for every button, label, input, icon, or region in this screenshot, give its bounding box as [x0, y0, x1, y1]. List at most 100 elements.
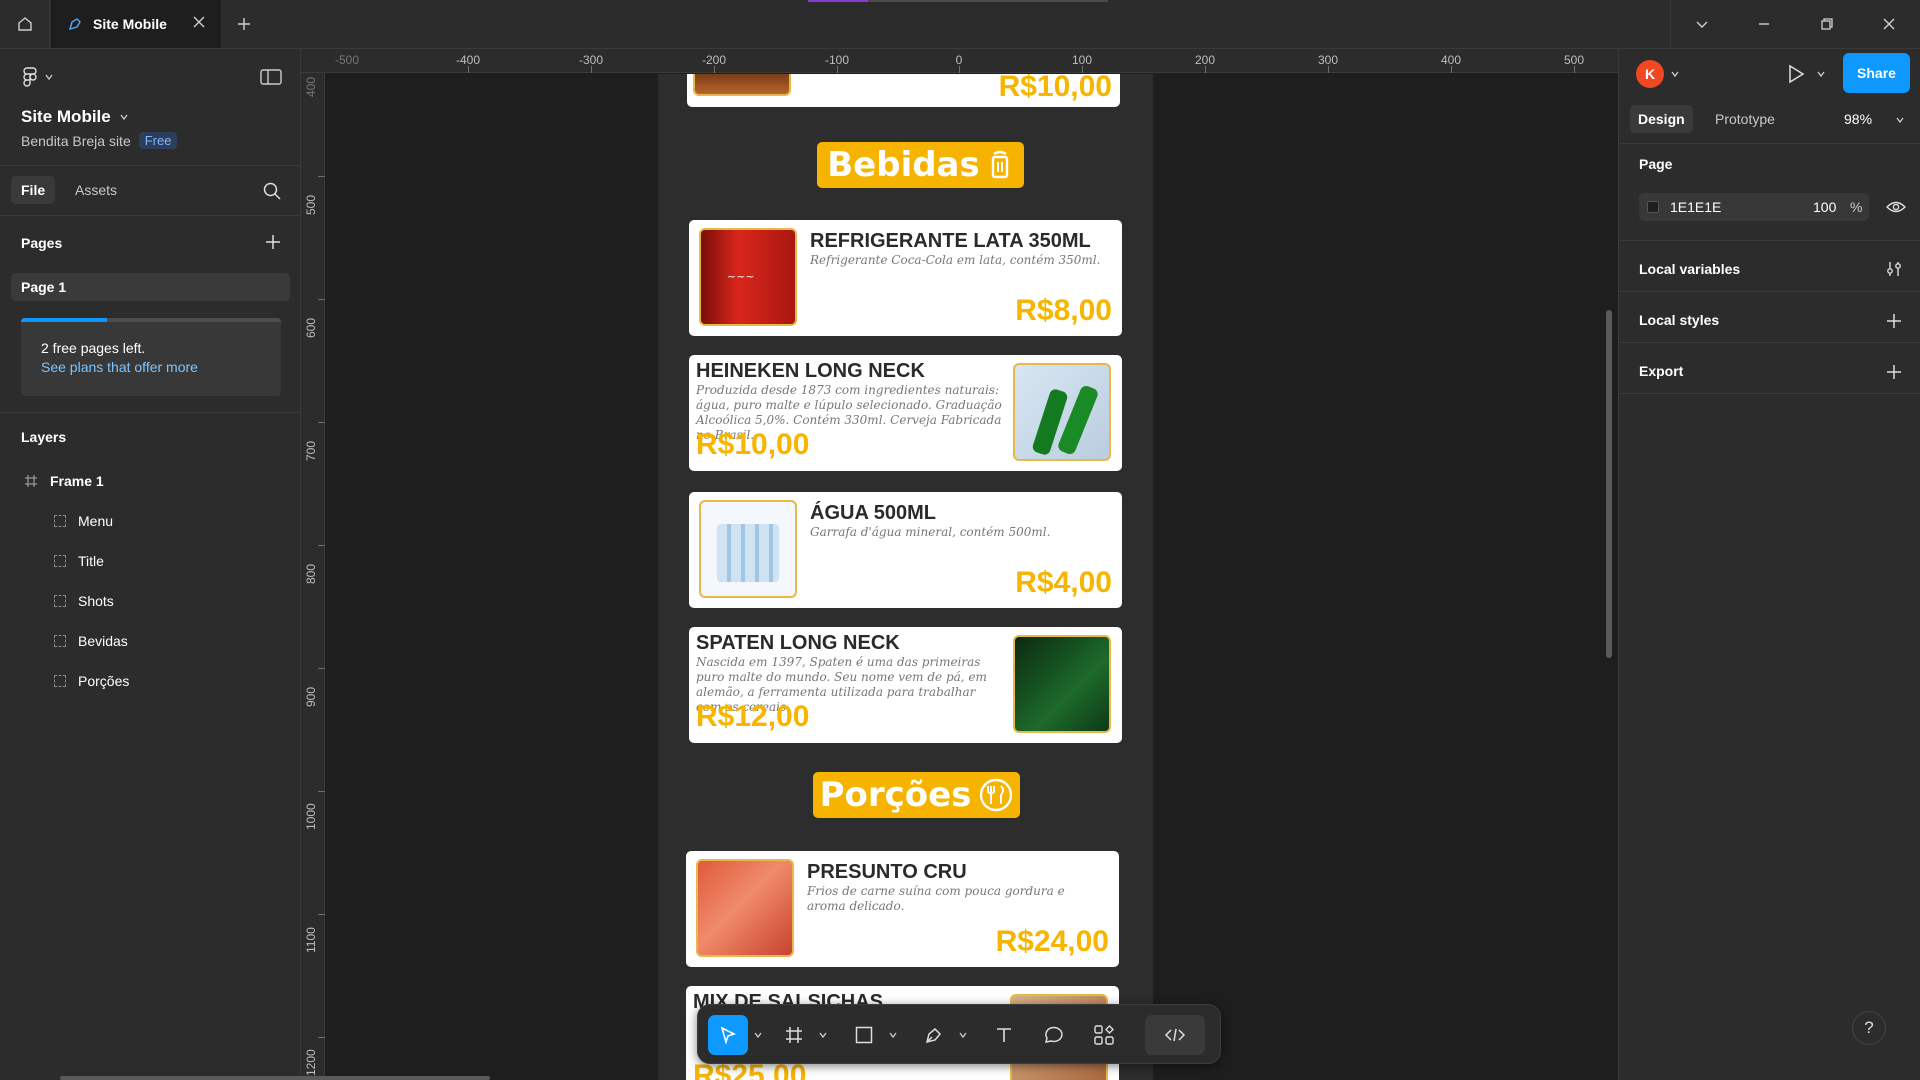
minimize-icon[interactable]: [1756, 16, 1772, 32]
color-swatch[interactable]: [1647, 201, 1659, 213]
components-icon: [1094, 1025, 1114, 1045]
bebidas-title[interactable]: Bebidas: [817, 142, 1024, 188]
product-title: ÁGUA 500ML: [810, 502, 936, 524]
layer-frame-1[interactable]: Frame 1: [24, 473, 104, 489]
brand-logo: ~~~: [727, 270, 755, 283]
add-style-icon[interactable]: [1885, 312, 1903, 330]
tab-accent-bar-gray: [868, 0, 1108, 2]
tab-prototype[interactable]: Prototype: [1715, 111, 1775, 127]
pen-tool-menu[interactable]: [956, 1015, 970, 1055]
divider: [1619, 342, 1920, 343]
product-title: HEINEKEN LONG NECK: [696, 360, 925, 382]
ruler-tick: [318, 914, 325, 915]
layer-porcoes[interactable]: Porções: [54, 673, 129, 689]
menu-card[interactable]: PRESUNTO CRU Frios de carne suína com po…: [686, 851, 1119, 967]
dev-mode-toggle[interactable]: [1145, 1015, 1205, 1055]
share-button[interactable]: Share: [1843, 53, 1910, 93]
ruler-label: 500: [304, 194, 318, 215]
chevron-down-icon: [959, 1032, 967, 1039]
chevron-down-icon[interactable]: [1895, 115, 1905, 125]
layer-shots[interactable]: Shots: [54, 593, 114, 609]
menu-card[interactable]: R$10,00: [687, 74, 1120, 107]
ruler-tick: [1574, 66, 1575, 73]
frame-tool[interactable]: [776, 1015, 812, 1055]
comment-icon: [1044, 1026, 1063, 1043]
help-button[interactable]: ?: [1852, 1011, 1886, 1045]
product-photo: [693, 74, 791, 96]
home-button[interactable]: [0, 0, 50, 48]
layer-menu[interactable]: Menu: [54, 513, 113, 529]
ruler-label: -400: [455, 53, 481, 67]
divider: [1619, 291, 1920, 292]
frame-tool-menu[interactable]: [816, 1015, 830, 1055]
close-window-icon[interactable]: [1881, 16, 1897, 32]
menu-card[interactable]: ÁGUA 500ML Garrafa d'água mineral, conté…: [689, 492, 1122, 608]
divider: [1619, 393, 1920, 394]
actions-tool[interactable]: [1086, 1015, 1122, 1055]
toggle-sidebar-icon[interactable]: [260, 68, 282, 86]
page-color-hex[interactable]: 1E1E1E: [1670, 199, 1721, 215]
menu-card[interactable]: ~~~ REFRIGERANTE LATA 350ML Refrigerante…: [689, 220, 1122, 336]
page-opacity[interactable]: 100: [1813, 199, 1836, 215]
main-menu-button[interactable]: [22, 67, 54, 87]
add-export-icon[interactable]: [1885, 363, 1903, 381]
tab-design[interactable]: Design: [1630, 105, 1693, 133]
close-tab-icon[interactable]: [191, 14, 207, 30]
see-plans-link[interactable]: See plans that offer more: [41, 359, 198, 375]
eye-icon[interactable]: [1886, 199, 1906, 215]
right-panel-tabs: Design Prototype 98%: [1619, 98, 1920, 144]
ruler-label: 400: [304, 76, 318, 97]
pen-tool[interactable]: [916, 1015, 952, 1055]
ruler-label: 900: [304, 686, 318, 707]
rectangle-icon: [855, 1026, 873, 1044]
pen-file-icon: [68, 18, 81, 31]
design-canvas[interactable]: R$10,00 Bebidas ~~~ REFRIGERANTE LATA 35…: [325, 74, 1618, 1080]
search-icon[interactable]: [262, 181, 282, 201]
ruler-label: 500: [1563, 53, 1585, 67]
tab-file[interactable]: File: [11, 176, 56, 204]
product-description: Refrigerante Coca-Cola em lata, contém 3…: [810, 253, 1101, 267]
product-price: R$4,00: [1015, 566, 1112, 599]
project-name[interactable]: Site Mobile: [21, 107, 129, 127]
section-layer-icon: [54, 595, 66, 607]
chevron-down-icon[interactable]: [1694, 16, 1710, 32]
add-page-icon[interactable]: [264, 233, 282, 251]
cutlery-icon: [980, 778, 1013, 812]
cursor-arrow-icon: [720, 1026, 737, 1045]
layer-label: Porções: [78, 673, 130, 689]
move-tool-menu[interactable]: [751, 1015, 765, 1055]
layer-bevidas[interactable]: Bevidas: [54, 633, 128, 649]
text-tool[interactable]: [986, 1015, 1022, 1055]
shape-tool-menu[interactable]: [886, 1015, 900, 1055]
vertical-scrollbar[interactable]: [1606, 310, 1612, 658]
porcoes-title[interactable]: Porções: [813, 772, 1020, 818]
pages-heading: Pages: [21, 235, 63, 251]
new-tab-button[interactable]: [232, 12, 256, 36]
pen-icon: [925, 1027, 942, 1044]
ruler-tick: [591, 66, 592, 73]
menu-card[interactable]: SPATEN LONG NECK Nascida em 1397, Spaten…: [689, 627, 1122, 743]
chevron-down-icon[interactable]: [1670, 69, 1680, 79]
page-color-field[interactable]: 1E1E1E 100 %: [1639, 193, 1869, 221]
ruler-label: 100: [1071, 53, 1093, 67]
frame-1[interactable]: R$10,00 Bebidas ~~~ REFRIGERANTE LATA 35…: [658, 74, 1153, 1080]
tab-assets[interactable]: Assets: [75, 182, 117, 198]
avatar[interactable]: K: [1636, 60, 1664, 88]
page-item[interactable]: Page 1: [11, 273, 290, 301]
restore-icon[interactable]: [1819, 16, 1835, 32]
rectangle-tool[interactable]: [846, 1015, 882, 1055]
menu-card[interactable]: HEINEKEN LONG NECK Produzida desde 1873 …: [689, 355, 1122, 471]
zoom-level[interactable]: 98%: [1844, 111, 1872, 127]
plan-badge[interactable]: Free: [138, 132, 178, 149]
play-icon[interactable]: [1786, 63, 1806, 85]
move-tool[interactable]: [708, 1015, 748, 1055]
ruler-tick: [1328, 66, 1329, 73]
variables-icon[interactable]: [1885, 260, 1903, 278]
horizontal-scrollbar[interactable]: [60, 1076, 490, 1080]
file-tab[interactable]: Site Mobile: [51, 0, 221, 48]
chevron-down-icon[interactable]: [1816, 69, 1826, 79]
plus-icon: [238, 18, 250, 30]
comment-tool[interactable]: [1036, 1015, 1072, 1055]
layer-title[interactable]: Title: [54, 553, 104, 569]
section-title-label: Porções: [819, 775, 972, 815]
